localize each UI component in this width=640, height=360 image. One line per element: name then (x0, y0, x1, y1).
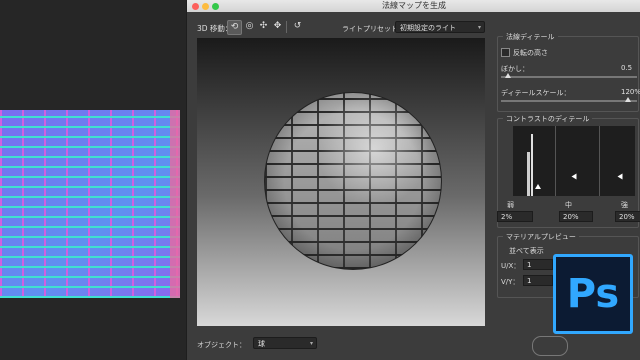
contrast-detail-title: コントラストのディテール (503, 114, 593, 124)
object-select[interactable]: 球 ▾ (253, 337, 317, 349)
blur-value[interactable]: 0.5 (621, 64, 632, 72)
ok-button[interactable] (532, 336, 568, 356)
low-contrast-field[interactable]: 2% (497, 211, 533, 222)
contrast-detail-panel: コントラストのディテール 弱 中 強 2% 20% 20% (497, 112, 640, 230)
high-contrast-field[interactable]: 20% (615, 211, 640, 222)
object-value: 球 (258, 340, 265, 348)
vy-label: V/Y： (501, 278, 520, 286)
vy-field[interactable]: 1 (523, 275, 553, 286)
histogram-peak-low (527, 152, 530, 196)
high-contrast-handle[interactable] (617, 173, 623, 180)
minimize-window-button[interactable] (202, 3, 209, 10)
dialog-title: 法線マップを生成 (382, 1, 446, 10)
photoshop-logo: Ps (553, 254, 633, 334)
detail-scale-label: ディテールスケール： (501, 89, 571, 97)
slide-tool-icon[interactable]: ✥ (271, 20, 284, 33)
high-contrast-label: 強 (621, 201, 628, 209)
rotate-tool-icon[interactable]: ⟲ (227, 20, 242, 35)
normal-detail-title: 法線ディテール (503, 32, 558, 42)
ux-field[interactable]: 1 (523, 259, 553, 270)
light-preset-select[interactable]: 初期設定のライト ▾ (395, 21, 485, 33)
pan-tool-icon[interactable]: ✣ (257, 20, 270, 33)
dialog-titlebar: 法線マップを生成 (187, 0, 640, 12)
detail-scale-value[interactable]: 120% (621, 88, 640, 96)
mid-contrast-handle[interactable] (571, 173, 577, 180)
detail-scale-slider-thumb[interactable] (625, 97, 631, 102)
roll-tool-icon[interactable]: ◎ (243, 20, 256, 33)
close-window-button[interactable] (192, 3, 199, 10)
normal-map-image (0, 110, 180, 298)
reset-view-icon[interactable]: ↺ (291, 20, 304, 33)
blur-slider-track[interactable] (501, 76, 637, 78)
ux-label: U/X： (501, 262, 521, 270)
mid-contrast-field[interactable]: 20% (559, 211, 593, 222)
invert-height-label: 反転の高さ (513, 49, 548, 57)
chevron-down-icon: ▾ (477, 24, 481, 31)
chevron-down-icon: ▾ (309, 340, 313, 347)
preview-sphere[interactable] (265, 93, 441, 269)
histogram-peak-main (531, 134, 533, 196)
low-contrast-handle[interactable] (535, 184, 541, 189)
3d-preview-viewport[interactable] (197, 38, 485, 326)
light-preset-value: 初期設定のライト (400, 24, 456, 32)
tile-label: 並べて表示 (509, 247, 544, 255)
detail-scale-slider-track[interactable] (501, 100, 637, 102)
contrast-histogram (513, 126, 635, 196)
material-preview-title: マテリアルプレビュー (503, 232, 579, 242)
object-row: オブジェクト： 球 ▾ (197, 337, 317, 350)
object-label: オブジェクト： (197, 341, 246, 349)
histogram-divider (599, 126, 600, 196)
normal-detail-panel: 法線ディテール 反転の高さ ぼかし： 0.5 ディテールスケール： 120% (497, 30, 640, 112)
histogram-divider (555, 126, 556, 196)
toolbar-divider (286, 21, 287, 33)
mid-contrast-label: 中 (565, 201, 572, 209)
invert-height-checkbox[interactable] (501, 48, 510, 57)
blur-slider-thumb[interactable] (505, 73, 511, 78)
maximize-window-button[interactable] (212, 3, 219, 10)
low-contrast-label: 弱 (507, 201, 514, 209)
normal-map-edge (170, 110, 180, 298)
